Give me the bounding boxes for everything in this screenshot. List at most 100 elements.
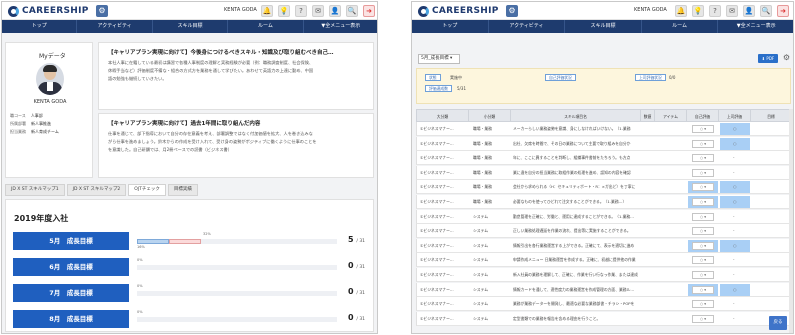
bell-icon[interactable]: 🔔 — [675, 5, 687, 17]
back-button[interactable]: 戻る — [769, 316, 787, 330]
table-row: ①ビジネスマナー… システム 勤怠管理を正確に、労働と、運用に達成することができる。… — [416, 209, 791, 224]
search-icon[interactable]: 🔍 — [346, 5, 358, 17]
logout-icon[interactable]: ➜ — [777, 5, 789, 17]
cell-skill-item: 業務が業務データーを開発し、最適な必要な業務部書・チラシ・POPを — [513, 301, 635, 307]
nav-skill-goals[interactable]: スキル目標 — [153, 20, 229, 33]
table-row: ①ビジネスマナー… システム 定型書類での業務を報告を含める理由を行うこと。 ○ ▾ - — [416, 311, 791, 326]
cell-skill-item: 業に違を自分の担当業務に取組作業の処理を進め、認知の内容を確認 — [513, 169, 631, 175]
nav-room[interactable]: ルーム — [642, 20, 719, 33]
cell-major: ①ビジネスマナー… — [420, 242, 454, 248]
help-icon[interactable]: ? — [709, 5, 721, 17]
profile-icon[interactable]: 👤 — [329, 5, 341, 17]
progress-tag: 0% — [137, 258, 143, 262]
bell-icon[interactable]: 🔔 — [261, 5, 273, 17]
goal-button-july[interactable]: 7月 成長目標 — [13, 284, 129, 302]
help-icon[interactable]: ? — [295, 5, 307, 17]
settings-gear-icon[interactable]: ⚙ — [96, 5, 108, 17]
goal-button-august[interactable]: 8月 成長目標 — [13, 310, 129, 328]
card-text-line: 仕事を通じて、部下指導において自分の存在意義を考え、部署調整ではなく付加価値を拡… — [108, 131, 313, 136]
self-eval-select[interactable]: ○ ▾ — [692, 198, 714, 206]
table-row: ①ビジネスマナー… システム 情報カードを通して、適性度力の業務運営を作成管理の方面… — [416, 282, 791, 297]
cell-minor: システム — [473, 301, 489, 307]
table-row: ①ビジネスマナー… 職場・業務 年に、ここに異することを判断し、組織事件書前をたちろ… — [416, 151, 791, 166]
gear-icon[interactable]: ⚙ — [783, 53, 790, 62]
pdf-download-button[interactable]: ⬇ PDF — [758, 54, 778, 63]
search-icon[interactable]: 🔍 — [760, 5, 772, 17]
self-eval-label: 自己評価状況 — [545, 74, 576, 81]
self-eval-select[interactable]: ○ ▾ — [692, 139, 714, 148]
boss-eval-value: - — [733, 301, 735, 307]
progress-bar — [137, 239, 337, 244]
progress-fill-target — [169, 239, 201, 244]
nav-activity[interactable]: アクティビティ — [77, 20, 153, 33]
mail-icon[interactable]: ✉ — [726, 5, 738, 17]
main-nav: トップ アクティビティ スキル目標 ルーム ▼全メニュー表示 — [412, 20, 793, 33]
boss-eval-value: - — [733, 272, 735, 277]
card-title[interactable]: 【キャリアプラン実現に向けて】過去1年間に取り組んだ内容 — [108, 119, 260, 127]
boss-eval-value: ○ — [733, 242, 737, 248]
tab-bar: JD X ST スキルマップ1 JD X ST スキルマップ2 OJTチェック … — [5, 184, 198, 196]
eval-count-label: 評価達成数 — [425, 85, 452, 92]
lightbulb-icon[interactable]: 💡 — [278, 5, 290, 17]
nav-top[interactable]: トップ — [412, 20, 489, 33]
careership-logo[interactable]: CAREERSHIP — [418, 5, 499, 17]
boss-eval-value: ○ — [733, 199, 737, 204]
tab-goal-results[interactable]: 目標実績 — [167, 184, 198, 196]
tab-skillmap-1[interactable]: JD X ST スキルマップ1 — [5, 184, 65, 196]
tab-ojt-check[interactable]: OJTチェック — [128, 184, 166, 196]
self-eval-select[interactable]: ○ ▾ — [692, 125, 714, 133]
self-eval-select[interactable]: ○ ▾ — [692, 212, 714, 221]
logo-text: CAREERSHIP — [432, 6, 499, 16]
scrollbar[interactable] — [789, 109, 793, 333]
card-text-line: を意識した。自己研鑽では、月2冊ペースでの読書（ビジネス書） — [108, 147, 232, 152]
skill-check-screen: CAREERSHIP ⚙ KENTA GODA 🔔 💡 ? ✉ 👤 🔍 ➜ トッ… — [411, 1, 794, 334]
mail-icon[interactable]: ✉ — [312, 5, 324, 17]
self-eval-select[interactable]: ○ ▾ — [692, 183, 714, 192]
goal-row: 5月 成長目標 16% 32% 5 / 31 — [13, 232, 370, 250]
self-eval-select[interactable]: ○ ▾ — [692, 314, 714, 323]
self-eval-select[interactable]: ○ ▾ — [692, 300, 714, 309]
careership-logo[interactable]: CAREERSHIP — [8, 5, 89, 17]
self-eval-select[interactable]: ○ ▾ — [692, 168, 714, 177]
self-eval-select[interactable]: ○ ▾ — [692, 285, 714, 294]
self-eval-select[interactable]: ○ ▾ — [692, 271, 714, 279]
nav-all-menu[interactable]: ▼全メニュー表示 — [304, 20, 377, 33]
nav-top[interactable]: トップ — [2, 20, 78, 33]
progress-tag: 16% — [137, 245, 145, 249]
table-row: ①ビジネスマナー… 職場・業務 必要なものを使ってひどれて注文することができる。（1… — [416, 195, 791, 209]
tab-skillmap-2[interactable]: JD X ST スキルマップ2 — [66, 184, 127, 196]
goal-button-may[interactable]: 5月 成長目標 — [13, 232, 129, 250]
cell-major: ①ビジネスマナー… — [420, 126, 454, 131]
cell-major: ①ビジネスマナー… — [420, 155, 454, 161]
profile-icon[interactable]: 👤 — [743, 5, 755, 17]
nav-activity[interactable]: アクティビティ — [489, 20, 566, 33]
info-row: 所属部署 新人事推進 — [10, 121, 51, 126]
lightbulb-icon[interactable]: 💡 — [692, 5, 704, 17]
goal-button-june[interactable]: 6月 成長目標 — [13, 258, 129, 276]
cell-skill-item: 会社から求められる（H：セキュリティポート・R：×ガ出ど）を丁寧に — [513, 184, 636, 190]
goal-row: 6月 成長目標 0% 0 / 31 — [13, 258, 370, 276]
period-select[interactable]: 5月_成長目標 ▾ — [418, 54, 460, 64]
self-eval-select[interactable]: ○ ▾ — [692, 256, 714, 265]
cell-skill-item: 年に、ここに異することを判断し、組織事件書前をたちろう。も方点 — [513, 155, 631, 161]
eval-count-value: 5/31 — [457, 86, 466, 91]
cell-major: ①ビジネスマナー… — [420, 199, 454, 204]
career-plan-card-past: 【キャリアプラン実現に向けて】過去1年間に取り組んだ内容 仕事を通じて、部下指導… — [98, 113, 374, 178]
cell-major: ①ビジネスマナー… — [420, 140, 454, 146]
self-eval-select[interactable]: ○ ▾ — [692, 154, 714, 163]
cell-major: ①ビジネスマナー… — [420, 315, 454, 321]
boss-eval-value: - — [733, 213, 735, 219]
avatar — [36, 63, 64, 95]
nav-room[interactable]: ルーム — [228, 20, 304, 33]
card-title[interactable]: 【キャリアプラン実現に向けて】今後身につけるべきスキル・知識及び取り組むべき自己… — [108, 48, 334, 56]
table-toolbar: 5月_成長目標 ▾ ⬇ PDF ⚙ — [414, 52, 793, 66]
self-eval-select[interactable]: ○ ▾ — [692, 241, 714, 250]
self-eval-select[interactable]: ○ ▾ — [692, 227, 714, 236]
settings-gear-icon[interactable]: ⚙ — [506, 5, 518, 17]
cell-skill-item: 定型書類での業務を報告を含める理由を行うこと。 — [513, 315, 601, 321]
logout-icon[interactable]: ➜ — [363, 5, 375, 17]
nav-all-menu[interactable]: ▼全メニュー表示 — [718, 20, 793, 33]
year-title: 2019年度入社 — [14, 214, 69, 223]
cell-major: ①ビジネスマナー… — [420, 228, 454, 234]
nav-skill-goals[interactable]: スキル目標 — [565, 20, 642, 33]
